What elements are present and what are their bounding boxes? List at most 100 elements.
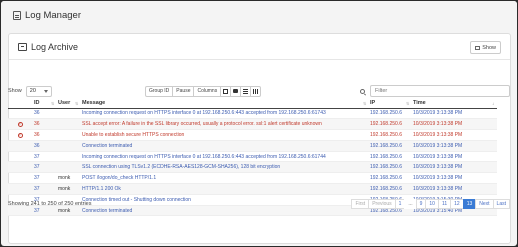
- row-time: 10/3/2019 3:13:38 PM: [411, 118, 497, 131]
- window-icon: [475, 45, 481, 50]
- columns-button[interactable]: Columns: [193, 85, 222, 97]
- column-view-button[interactable]: [250, 85, 262, 97]
- row-ip: 192.168.250.6: [368, 108, 411, 120]
- page-size-select[interactable]: 20: [25, 85, 52, 97]
- header-message-label: Message: [82, 100, 106, 107]
- row-icon-cell: [8, 108, 32, 120]
- archive-icon: [18, 42, 27, 51]
- row-time: 10/3/2019 3:13:38 PM: [411, 183, 497, 195]
- row-icon-cell: [8, 172, 32, 185]
- row-time: 10/3/2019 3:13:38 PM: [411, 108, 497, 120]
- header-message[interactable]: Message ⇅: [80, 99, 368, 109]
- page-first-button[interactable]: First: [351, 199, 370, 209]
- search-input[interactable]: [370, 85, 510, 97]
- panel-header: Log Archive Show: [9, 34, 510, 60]
- table-header-row: ID ⇅ User ⇅ Message ⇅ IP ⇅ Time ↓: [8, 99, 497, 109]
- search-icon: [360, 88, 365, 94]
- row-ip: 192.168.250.6: [368, 151, 411, 163]
- table-row[interactable]: 37 SSL connection using TLSv1.2 (ECDHE-RS…: [8, 161, 497, 174]
- header-user-label: User: [58, 100, 71, 107]
- row-icon-cell: [8, 183, 32, 195]
- row-icon-cell: [8, 161, 32, 174]
- app-header: Log Manager: [1, 1, 517, 29]
- row-ip: 192.168.250.6: [368, 129, 411, 141]
- header-ip[interactable]: IP ⇅: [368, 99, 411, 109]
- row-message: Unable to establish secure HTTPS connect…: [80, 129, 368, 141]
- row-user: [56, 129, 80, 141]
- table-row[interactable]: 36 Incoming connection request on HTTPS i…: [8, 108, 497, 120]
- page-10-button[interactable]: 10: [425, 199, 439, 209]
- row-user: monk: [56, 183, 80, 195]
- row-time: 10/3/2019 3:13:38 PM: [411, 161, 497, 174]
- row-id: 37: [32, 151, 56, 163]
- row-time: 10/3/2019 3:13:38 PM: [411, 129, 497, 141]
- table-row[interactable]: 37 monk HTTP/1.1 200 Ok 192.168.250.6 10/3/2…: [8, 183, 497, 195]
- document-icon: [13, 10, 21, 20]
- row-id: 36: [32, 140, 56, 152]
- row-id: 36: [32, 129, 56, 141]
- row-time: 10/3/2019 3:13:38 PM: [411, 151, 497, 163]
- header-icon-col: [8, 99, 32, 109]
- page-last-button[interactable]: Last: [492, 199, 510, 209]
- page-next-button[interactable]: Next: [475, 199, 494, 209]
- row-id: 36: [32, 108, 56, 120]
- row-icon-cell: !: [8, 118, 32, 131]
- row-ip: 192.168.250.6: [368, 118, 411, 131]
- warning-icon: !: [17, 122, 23, 128]
- sort-icon: ⇅: [363, 101, 367, 106]
- sort-icon: ↓: [492, 101, 494, 106]
- app-title: Log Manager: [25, 9, 81, 21]
- show-button-label: Show: [482, 44, 496, 51]
- page-size-value: 20: [29, 88, 36, 94]
- table-footer: Showing 241 to 250 of 250 entries First P…: [8, 199, 510, 209]
- row-user: monk: [56, 172, 80, 185]
- row-time: 10/3/2019 3:13:38 PM: [411, 140, 497, 152]
- group-id-button[interactable]: Group ID: [145, 85, 174, 97]
- page-previous-button[interactable]: Previous: [368, 199, 396, 209]
- row-id: 37: [32, 183, 56, 195]
- row-message: Incoming connection request on HTTPS int…: [80, 108, 368, 120]
- header-id[interactable]: ID ⇅: [32, 99, 56, 109]
- panel-title: Log Archive: [31, 41, 79, 52]
- page-13-button[interactable]: 13: [462, 199, 477, 209]
- row-id: 37: [32, 172, 56, 185]
- print-icon: [233, 89, 239, 93]
- header-time[interactable]: Time ↓: [411, 99, 497, 109]
- columns-icon: [253, 88, 259, 94]
- row-icon-cell: [8, 151, 32, 163]
- page-12-button[interactable]: 12: [450, 199, 464, 209]
- header-time-label: Time: [413, 100, 426, 107]
- row-message: HTTP/1.1 200 Ok: [80, 183, 368, 195]
- table-row[interactable]: 37 Incoming connection request on HTTPS i…: [8, 151, 497, 163]
- row-ip: 192.168.250.6: [368, 183, 411, 195]
- chevron-down-icon: [43, 89, 48, 93]
- pause-button[interactable]: Pause: [172, 85, 195, 97]
- app-window: Log Manager Log Archive Show Show 20 Gro…: [1, 1, 517, 246]
- header-user[interactable]: User ⇅: [56, 99, 80, 109]
- sort-icon: ⇅: [75, 101, 79, 106]
- list-icon: [243, 88, 249, 94]
- row-user: [56, 161, 80, 174]
- row-user: [56, 140, 80, 152]
- table-button-group: Group ID Pause Columns: [145, 85, 262, 97]
- table-row[interactable]: 36 Connection terminated 192.168.250.6 10/3…: [8, 140, 497, 152]
- header-ip-label: IP: [370, 100, 376, 107]
- row-user: [56, 108, 80, 120]
- row-user: [56, 118, 80, 131]
- table-row[interactable]: ! 36 Unable to establish secure HTTPS conn…: [8, 129, 497, 141]
- pagination: First Previous 1... 9 10 11 12 13 Next Last: [351, 199, 510, 209]
- row-id: 36: [32, 118, 56, 131]
- show-button[interactable]: Show: [470, 41, 501, 54]
- row-message: SSL connection using TLSv1.2 (ECDHE-RSA-…: [80, 161, 368, 174]
- row-user: [56, 151, 80, 163]
- show-entries-label: Show: [8, 88, 22, 94]
- row-icon-cell: !: [8, 129, 32, 141]
- row-ip: 192.168.250.6: [368, 161, 411, 174]
- row-message: Connection terminated: [80, 140, 368, 152]
- table-row[interactable]: 37 monk POST /logon/do_check HTTP/1.1 192.1…: [8, 172, 497, 185]
- table-row[interactable]: ! 36 SSL accept error: A failure in the SS…: [8, 118, 497, 131]
- row-message: SSL accept error: A failure in the SSL l…: [80, 118, 368, 131]
- search-wrap: [360, 85, 510, 97]
- row-message: Incoming connection request on HTTPS int…: [80, 151, 368, 163]
- warning-icon: !: [17, 132, 23, 138]
